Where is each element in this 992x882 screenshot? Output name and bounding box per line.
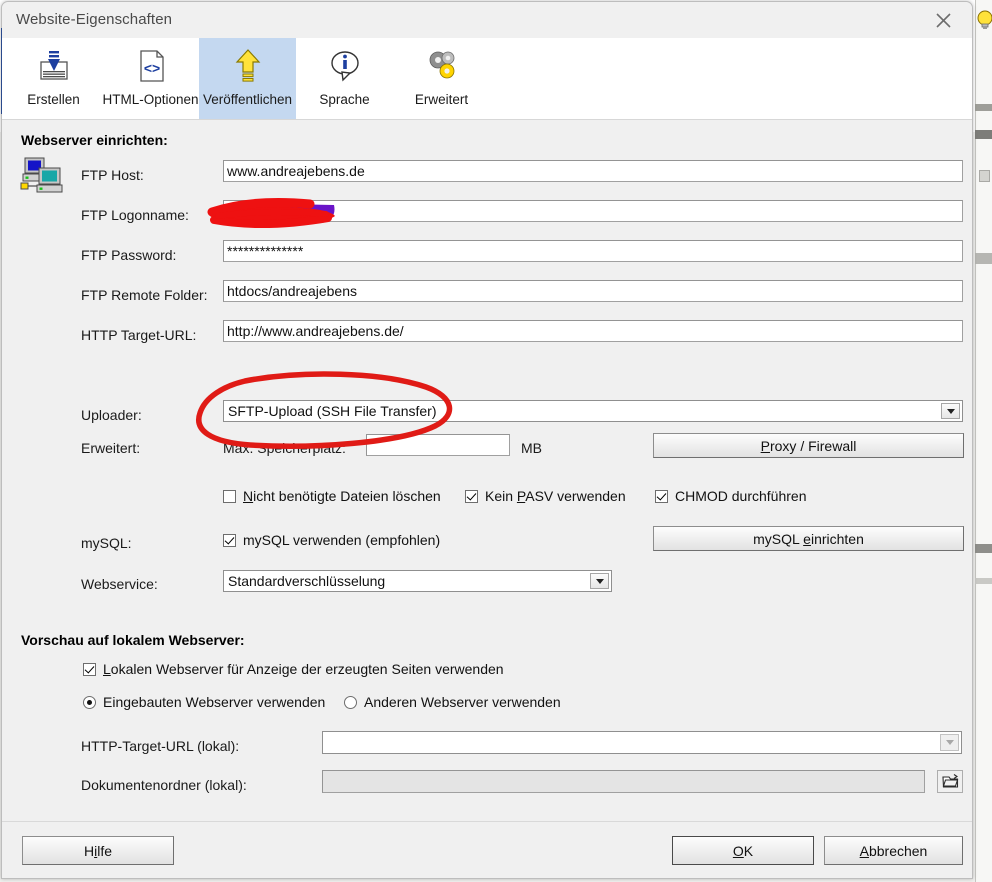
dialog-toolbar: Erstellen <> HTML-Optionen Veröffentlich… [2, 38, 972, 120]
checkbox-use-local-webserver[interactable]: Lokalen Webserver für Anzeige der erzeug… [83, 661, 504, 677]
checkbox-delete-unneeded-files[interactable]: Nicht benötigte Dateien löschen [223, 488, 441, 504]
radio-box [83, 695, 96, 709]
checkbox-label: Kein PASV verwenden [485, 488, 626, 504]
two-computers-icon [19, 154, 67, 198]
screen: Website-Eigenschaften Erstellen <> HTML-… [0, 0, 992, 882]
ftp-host-label: FTP Host: [81, 167, 144, 183]
tab-label: Erweitert [414, 92, 469, 107]
chevron-down-icon[interactable] [590, 573, 609, 589]
checkbox-chmod[interactable]: CHMOD durchführen [655, 488, 807, 504]
dokumentenordner-local-input[interactable] [322, 770, 925, 793]
ftp-password-input[interactable] [223, 240, 963, 262]
ftp-remote-folder-label: FTP Remote Folder: [81, 287, 208, 303]
checkbox-box [465, 489, 478, 503]
max-speicherplatz-label: Max. Speicherplatz: [223, 440, 346, 456]
checkbox-box [223, 533, 236, 547]
background-band [975, 104, 992, 111]
checkbox-label: CHMOD durchführen [675, 488, 807, 504]
tab-label: Veröffentlichen [202, 92, 293, 107]
max-speicherplatz-unit: MB [521, 440, 542, 456]
checkbox-label: Lokalen Webserver für Anzeige der erzeug… [103, 661, 504, 677]
ftp-remote-folder-input[interactable] [223, 280, 963, 302]
erweitert-label: Erweitert: [81, 440, 141, 456]
browse-folder-button[interactable] [937, 770, 963, 793]
open-folder-icon [941, 774, 958, 788]
background-band [975, 130, 992, 139]
checkbox-box [223, 489, 236, 503]
radio-box [344, 695, 357, 709]
tab-sprache[interactable]: Sprache [296, 38, 393, 119]
max-speicherplatz-input[interactable] [366, 434, 510, 456]
tab-erstellen[interactable]: Erstellen [5, 38, 102, 119]
chevron-down-icon[interactable] [941, 403, 960, 419]
background-band [975, 253, 992, 264]
checkbox-use-mysql[interactable]: mySQL verwenden (empfohlen) [223, 532, 440, 548]
website-properties-dialog: Website-Eigenschaften Erstellen <> HTML-… [1, 1, 973, 879]
svg-text:<>: <> [143, 60, 159, 76]
uploader-label: Uploader: [81, 407, 142, 423]
background-band [975, 544, 992, 553]
http-target-url-local-label: HTTP-Target-URL (lokal): [81, 738, 240, 754]
info-bubble-icon [323, 44, 367, 88]
ftp-logonname-label: FTP Logonname: [81, 207, 189, 223]
http-target-url-label: HTTP Target-URL: [81, 327, 197, 343]
radio-other-webserver[interactable]: Anderen Webserver verwenden [344, 694, 561, 710]
tab-html-optionen[interactable]: <> HTML-Optionen [102, 38, 199, 119]
checkbox-label: Nicht benötigte Dateien löschen [243, 488, 441, 504]
radio-built-in-webserver[interactable]: Eingebauten Webserver verwenden [83, 694, 325, 710]
dialog-titlebar: Website-Eigenschaften [2, 2, 972, 38]
mysql-label: mySQL: [81, 535, 132, 551]
code-document-icon: <> [129, 44, 173, 88]
close-button[interactable] [922, 6, 964, 34]
webservice-combobox[interactable]: Standardverschlüsselung [223, 570, 612, 592]
gears-icon [420, 44, 464, 88]
checkbox-box [655, 489, 668, 503]
http-target-url-local-combobox[interactable] [322, 731, 962, 754]
background-band [975, 578, 992, 584]
radio-label: Eingebauten Webserver verwenden [103, 694, 326, 710]
ftp-host-input[interactable] [223, 160, 963, 182]
mysql-setup-button[interactable]: mySQL einrichten [653, 526, 964, 551]
radio-label: Anderen Webserver verwenden [364, 694, 561, 710]
download-tray-icon [32, 44, 76, 88]
http-target-url-input[interactable] [223, 320, 963, 342]
close-icon [935, 12, 951, 28]
dialog-footer: Hilfe OK Abbrechen [2, 821, 972, 878]
preview-section-heading: Vorschau auf lokalem Webserver: [21, 632, 245, 648]
tab-veroeffentlichen[interactable]: Veröffentlichen [199, 38, 296, 119]
background-scroll-thumb [979, 170, 990, 182]
tab-label: Sprache [319, 92, 370, 107]
ftp-password-label: FTP Password: [81, 247, 177, 263]
tab-erweitert[interactable]: Erweitert [393, 38, 490, 119]
tab-label: Erstellen [27, 92, 80, 107]
dialog-title: Website-Eigenschaften [16, 11, 173, 28]
ftp-logonname-input[interactable] [223, 200, 963, 222]
checkbox-label: mySQL verwenden (empfohlen) [243, 532, 441, 548]
proxy-firewall-button[interactable]: Proxy / Firewall [653, 433, 964, 458]
webservice-label: Webservice: [81, 576, 158, 592]
dokumentenordner-local-label: Dokumentenordner (lokal): [81, 777, 247, 793]
lightbulb-icon [977, 10, 992, 30]
uploader-value: SFTP-Upload (SSH File Transfer) [228, 403, 437, 419]
upload-arrow-icon [226, 44, 270, 88]
chevron-down-icon[interactable] [940, 734, 959, 751]
ok-button[interactable]: OK [672, 836, 814, 865]
checkbox-no-pasv[interactable]: Kein PASV verwenden [465, 488, 626, 504]
cancel-button[interactable]: Abbrechen [824, 836, 963, 865]
webservice-value: Standardverschlüsselung [228, 573, 386, 589]
webserver-section-heading: Webserver einrichten: [21, 132, 168, 148]
dialog-body: Webserver einrichten: FTP Host: www.andr… [2, 120, 972, 824]
tab-label: HTML-Optionen [102, 92, 199, 107]
checkbox-box [83, 662, 96, 676]
help-button[interactable]: Hilfe [22, 836, 174, 865]
uploader-combobox[interactable]: SFTP-Upload (SSH File Transfer) [223, 400, 963, 422]
